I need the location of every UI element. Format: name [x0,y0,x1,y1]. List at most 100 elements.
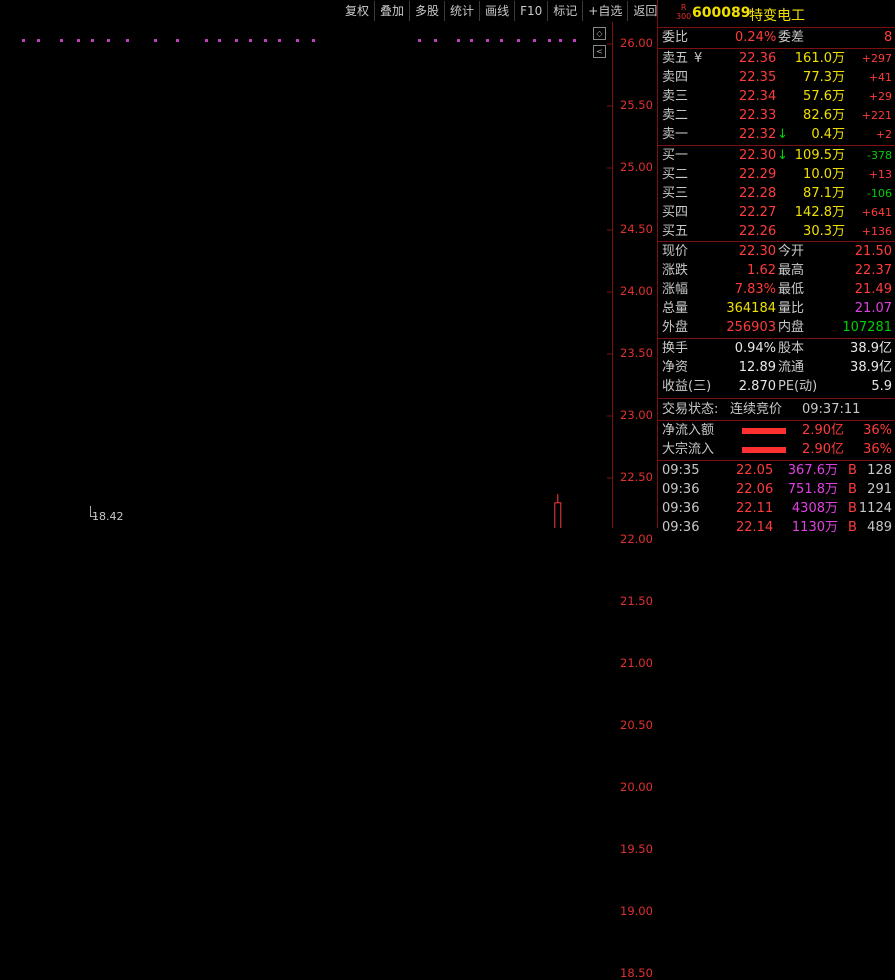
sell-order-label: 卖一 [662,127,689,142]
order-ratio-row: 委比 0.24% 委差 8 [658,28,895,47]
collapse-icon[interactable]: ◇ [593,27,606,40]
fundamental-label: 流通 [778,360,805,375]
buy-order-label: 买二 [662,167,689,182]
toolbar-button-2[interactable]: 多股 [409,1,444,21]
stock-code[interactable]: 600089 [692,5,750,21]
toolbar-button-6[interactable]: 标记 [547,1,582,21]
sell-order-row: 卖五 ¥22.36 161.0万 +297 [658,49,895,68]
quote-label: 现价 [662,244,689,259]
fundamental-label: 股本 [778,341,805,356]
ma-dot [278,39,281,42]
y-axis-line [612,22,613,528]
flow-row: 净流入额 2.90亿 36% [658,421,895,440]
quote-value: 21.07 [854,301,892,316]
y-tick-label: 22.50 [620,470,653,484]
sell-order-price: 22.35 [739,70,777,85]
flow-label: 大宗流入 [662,442,715,457]
stock-name[interactable]: 特变电工 [749,5,805,25]
buy-order-change: -378 [867,149,892,162]
buy-order-price: 22.29 [739,167,777,182]
quote-label: 内盘 [778,320,805,335]
fundamental-label: 换手 [662,341,689,356]
toolbar-button-4[interactable]: 画线 [479,1,514,21]
quote-label: 总量 [662,301,689,316]
ma-dot [434,39,437,42]
buy-order-change: +136 [861,225,892,238]
tick-row: 09:36 22.11 4308万 B 1124 [658,499,895,518]
stock-header: R 300 600089 特变电工 [658,0,895,28]
tick-row: 09:35 22.05 367.6万 B 128 [658,461,895,480]
sell-order-label: 卖二 [662,108,689,123]
ma-dot [218,39,221,42]
ma-dot [126,39,129,42]
ma-dot [312,39,315,42]
buy-order-change: +13 [868,168,892,181]
y-tick-label: 23.00 [620,408,653,422]
quote-row: 涨幅 7.83% 最低 21.49 [658,280,895,299]
buy-order-label: 买四 [662,205,689,220]
sell-order-volume: 77.3万 [803,70,845,85]
trade-status-row: 交易状态: 连续竞价 09:37:11 [658,400,895,419]
y-tick-label: 19.50 [620,842,653,856]
buy-order-row: 买五 22.26 30.3万 +136 [658,222,895,241]
toolbar-button-1[interactable]: 叠加 [374,1,409,21]
sell-order-change: +2 [875,128,892,141]
toolbar-button-5[interactable]: F10 [514,1,547,21]
quote-label: 最低 [778,282,805,297]
sell-order-label: 卖四 [662,70,689,85]
quote-value: 256903 [726,320,776,335]
sell-order-row: 卖二 22.33 82.6万 +221 [658,106,895,125]
sell-order-change: +221 [861,109,892,122]
buy-order-volume: 142.8万 [794,205,845,220]
ma-dot [486,39,489,42]
ma-dot [548,39,551,42]
ma-dot [559,39,562,42]
fundamental-value: 12.89 [738,360,776,375]
buy-order-volume: 87.1万 [803,186,845,201]
y-tick-label: 20.50 [620,718,653,732]
tick-count: 128 [867,463,892,478]
buy-order-row: 买一 ↓ 22.30 109.5万 -378 [658,146,895,165]
ma-dot [91,39,94,42]
buy-order-row: 买二 22.29 10.0万 +13 [658,165,895,184]
tick-volume: 751.8万 [787,482,838,497]
candlestick-chart [22,39,612,528]
fundamental-value: 38.9亿 [850,341,892,356]
sell-order-volume: 82.6万 [803,108,845,123]
sell-order-change: +29 [868,90,892,103]
sell-order-price: 22.33 [739,108,777,123]
ma-dot [176,39,179,42]
ratio-label: 委比 [662,30,689,45]
y-tick-label: 21.00 [620,656,653,670]
quote-value: 22.30 [738,244,776,259]
sell-order-change: +41 [868,71,892,84]
sell-order-volume: 57.6万 [803,89,845,104]
fundamental-value: 0.94% [734,341,776,356]
toolbar-button-7[interactable]: +自选 [582,1,627,21]
y-tick-label: 18.50 [620,966,653,980]
quote-value: 22.37 [854,263,892,278]
ma-dot [235,39,238,42]
quote-panel: R 300 600089 特变电工 委比 0.24% 委差 8 卖五 ¥22.36… [657,0,895,535]
ma-dot [470,39,473,42]
quote-label: 涨幅 [662,282,689,297]
toolbar-button-3[interactable]: 统计 [444,1,479,21]
stock-tag-300: 300 [676,12,692,21]
sell-order-change: +297 [861,52,892,65]
quote-label: 今开 [778,244,805,259]
divider [658,398,895,399]
diff-label: 委差 [778,30,805,45]
expand-icon[interactable]: < [593,45,606,58]
tick-side: B [848,482,857,497]
tick-volume: 367.6万 [787,463,838,478]
flow-label: 净流入额 [662,423,715,438]
buy-order-label: 买一 [662,148,689,163]
toolbar-button-0[interactable]: 复权 [340,1,374,21]
candle [554,494,562,528]
y-tick-label: 24.00 [620,284,653,298]
y-tick-label: 20.00 [620,780,653,794]
chart-toolbar: 复权 叠加 多股 统计 画线 F10 标记 +自选 返回 [340,1,662,21]
ratio-value: 0.24% [735,30,777,45]
quote-row: 现价 22.30 今开 21.50 [658,242,895,261]
fundamental-row: 换手 0.94% 股本 38.9亿 [658,339,895,358]
